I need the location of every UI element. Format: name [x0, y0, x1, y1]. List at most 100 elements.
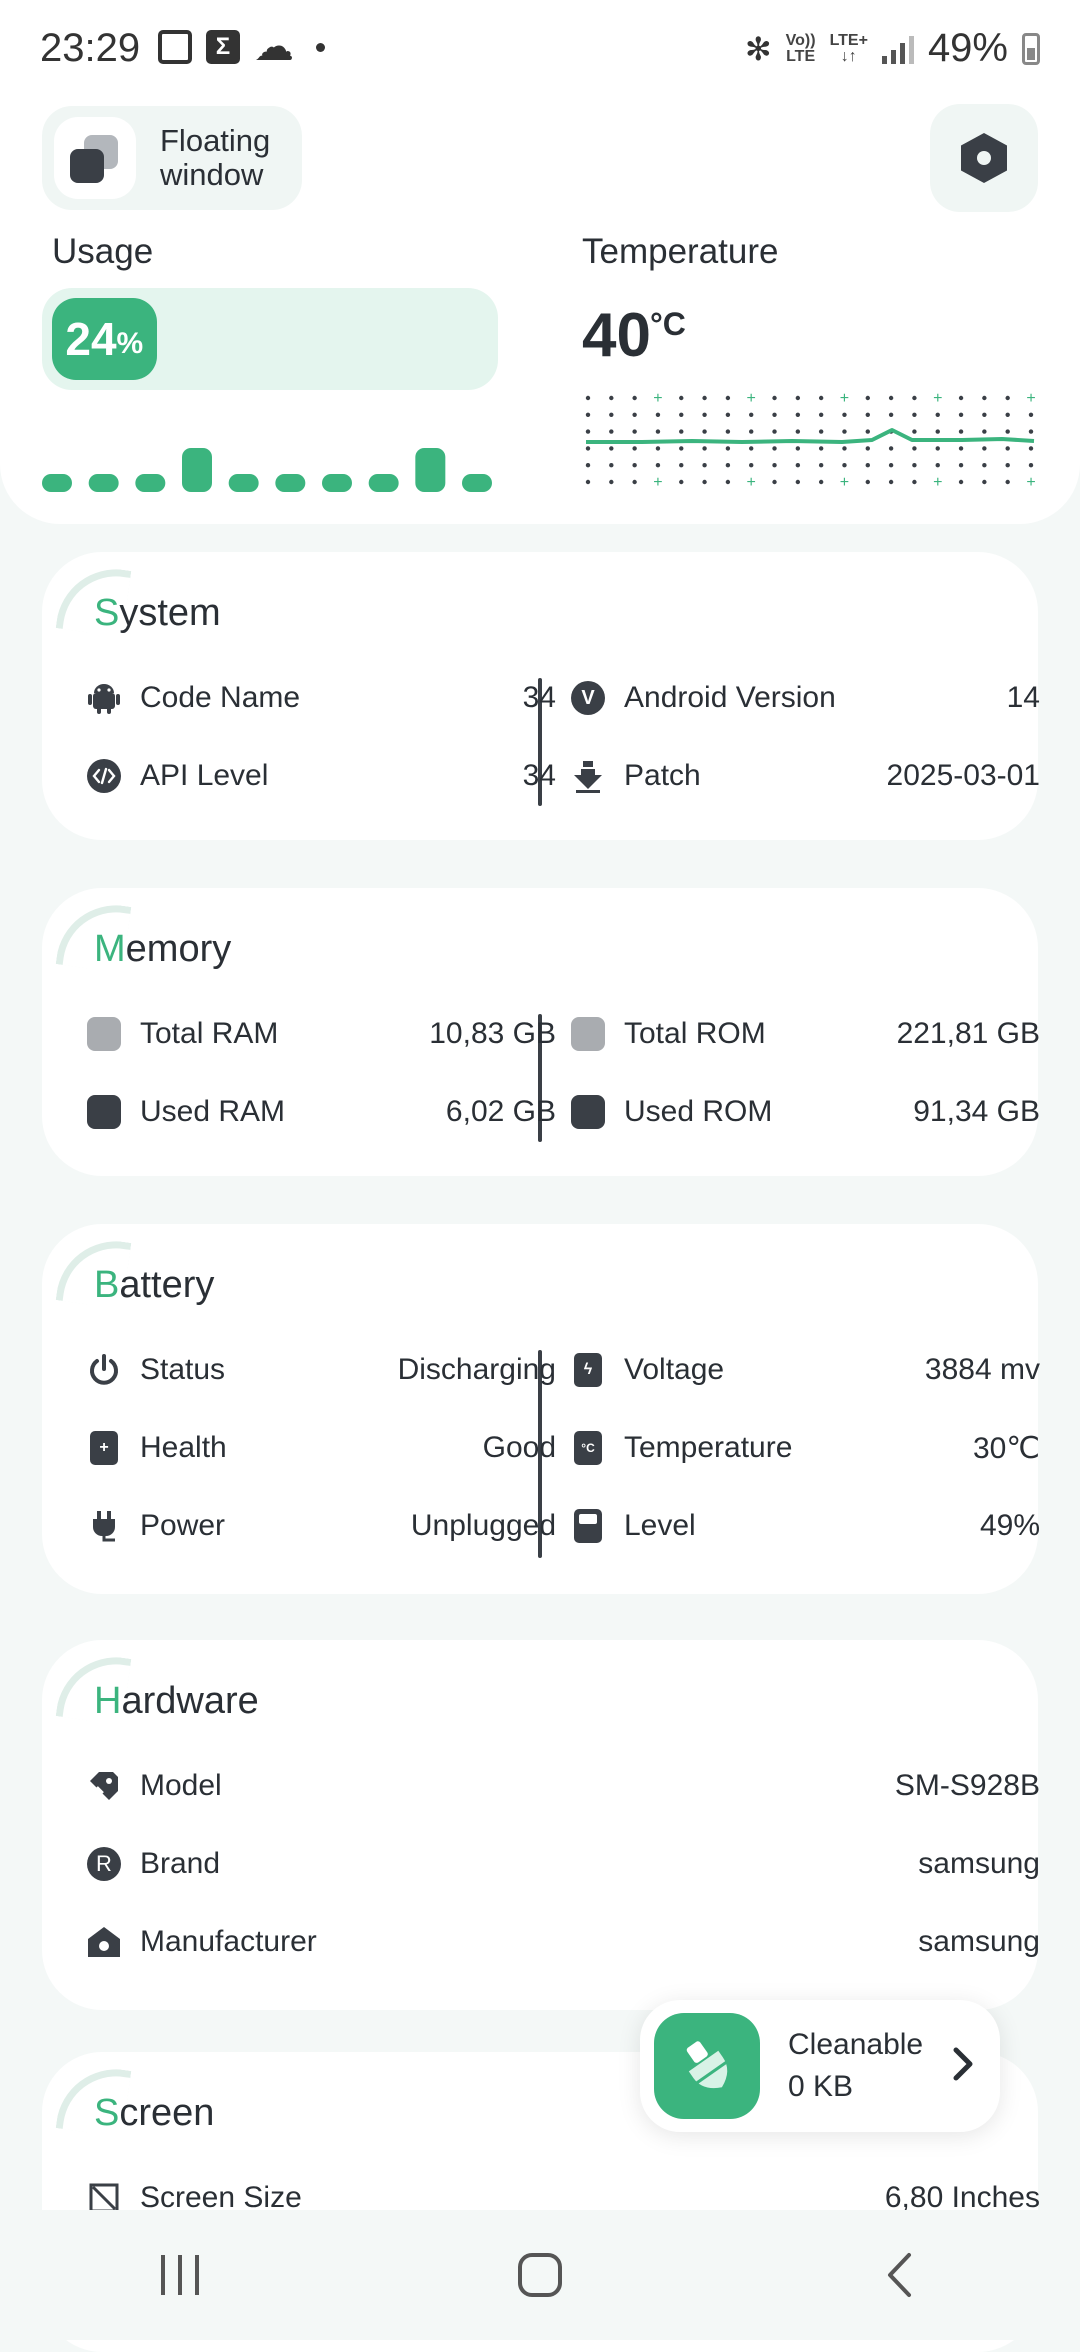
- grid-dot: [609, 479, 614, 485]
- grid-dot: [912, 479, 917, 485]
- grid-dot: [725, 395, 731, 401]
- grid-dot: [912, 446, 917, 451]
- grid-dot: [842, 446, 847, 451]
- usage-history-bar: [228, 474, 259, 492]
- hardware-card[interactable]: Hardware Model SM-S928B R Brand samsung …: [42, 1640, 1040, 2010]
- grid-dot: [632, 446, 637, 451]
- grid-dot: [842, 429, 847, 434]
- usage-value: 24: [65, 313, 117, 365]
- temperature-line: [586, 428, 1035, 444]
- grid-plus-mark: +: [933, 390, 942, 407]
- grid-dot: [842, 463, 847, 468]
- total-rom-value: 221,81 GB: [896, 1017, 1040, 1050]
- grid-dot: [818, 412, 824, 417]
- grid-dot: [1005, 446, 1010, 451]
- floating-window-label: Floating window: [160, 123, 271, 192]
- brand-label: Brand: [140, 1847, 221, 1880]
- grid-dot: [888, 479, 894, 485]
- battery-status-label: Status: [140, 1353, 226, 1386]
- total-rom-square-icon: [570, 1016, 606, 1052]
- grid-dot: [585, 463, 591, 468]
- usage-history-bar: [462, 474, 492, 492]
- volte-indicator: Vo)) LTE: [785, 31, 816, 65]
- code-name-value: 34: [522, 681, 556, 714]
- grid-dot: [888, 412, 894, 417]
- grid-dot: [772, 446, 777, 451]
- usage-history-bar: [415, 448, 446, 492]
- battery-title: Battery: [94, 1264, 215, 1306]
- manufacturer-label: Manufacturer: [140, 1925, 317, 1958]
- grid-dot: [795, 463, 801, 468]
- grid-dot: [982, 412, 987, 417]
- grid-dot: [585, 412, 591, 417]
- grid-dot: [1028, 463, 1034, 468]
- temperature-value: 40: [582, 301, 651, 370]
- api-level-label: API Level: [140, 759, 269, 792]
- temperature-unit: °C: [650, 306, 686, 342]
- brand-row: R Brand samsung: [86, 1834, 1040, 1894]
- grid-dot: [818, 429, 824, 434]
- used-rom-value: 91,34 GB: [913, 1095, 1040, 1128]
- grid-dot: [912, 395, 917, 401]
- voltage-label: Voltage: [624, 1353, 725, 1386]
- grid-dot: [702, 412, 707, 417]
- version-v-icon: V: [570, 680, 606, 716]
- grid-dot: [795, 395, 801, 401]
- memory-card[interactable]: Memory Total RAM 10,83 GB Total ROM 221,…: [42, 888, 1040, 1176]
- voltage-value: 3884 mv: [924, 1353, 1040, 1386]
- grid-dot: [632, 479, 637, 485]
- power-label: Power: [140, 1509, 226, 1542]
- code-name-row: Code Name 34: [86, 668, 556, 728]
- api-level-row: API Level 34: [86, 746, 556, 806]
- battery-level-icon: [570, 1508, 606, 1544]
- grid-dot: [655, 463, 661, 468]
- grid-dot: [888, 463, 894, 468]
- usage-history-bar: [275, 474, 306, 492]
- chevron-right-icon: [952, 2046, 974, 2087]
- temperature-history-chart: + + + + + + + + + +: [585, 390, 1036, 490]
- overview-card: Floating window Usage 24% Temperature 40…: [0, 100, 1080, 524]
- back-button[interactable]: [840, 2235, 960, 2315]
- grid-dot: [865, 395, 870, 401]
- grid-dot: [772, 429, 777, 434]
- floating-window-button[interactable]: Floating window: [42, 106, 302, 210]
- cleanable-text: Cleanable 0 KB: [788, 2024, 952, 2108]
- grid-dot: [958, 395, 964, 401]
- battery-thermometer-icon: °C: [570, 1430, 606, 1466]
- grid-dot: [818, 395, 824, 401]
- grid-dot: [958, 412, 964, 417]
- battery-bolt-icon: ϟ: [570, 1352, 606, 1388]
- battery-temperature-row: °C Temperature 30℃: [570, 1418, 1040, 1478]
- grid-dot: [632, 429, 637, 434]
- bluetooth-icon: ✻: [744, 30, 772, 67]
- grid-dot: [702, 395, 707, 401]
- grid-dot: [818, 479, 824, 485]
- grid-dot: [982, 395, 987, 401]
- recent-apps-button[interactable]: [120, 2235, 240, 2315]
- status-right-icons: ✻ Vo)) LTE LTE+ ↓↑ 49%: [745, 26, 1040, 71]
- grid-dot: [958, 429, 964, 434]
- grid-dot: [725, 412, 731, 417]
- used-rom-row: Used ROM 91,34 GB: [570, 1082, 1040, 1142]
- more-notifications-dot-icon: [316, 42, 325, 52]
- gallery-notification-icon: [158, 30, 192, 64]
- signal-icon: [881, 34, 914, 64]
- usage-progress-bar: 24%: [42, 288, 498, 390]
- cleanable-button[interactable]: Cleanable 0 KB: [640, 2000, 1000, 2132]
- grid-dot: [1005, 429, 1010, 434]
- grid-dot: [935, 412, 940, 417]
- grid-plus-mark: +: [1026, 390, 1035, 407]
- android-version-label: Android Version: [624, 681, 836, 714]
- power-row: Power Unplugged: [86, 1496, 556, 1556]
- grid-dot: [935, 446, 940, 451]
- grid-dot: [958, 446, 964, 451]
- settings-button[interactable]: [930, 104, 1038, 212]
- grid-dot: [609, 412, 614, 417]
- home-icon: [518, 2253, 562, 2297]
- grid-dot: [865, 479, 870, 485]
- battery-card[interactable]: Battery Status Discharging ϟ Voltage 388…: [42, 1224, 1040, 1594]
- system-card[interactable]: System Code Name 34 V Android Version 14…: [42, 552, 1040, 840]
- home-button[interactable]: [480, 2235, 600, 2315]
- grid-dot: [702, 429, 707, 434]
- grid-dot: [795, 479, 801, 485]
